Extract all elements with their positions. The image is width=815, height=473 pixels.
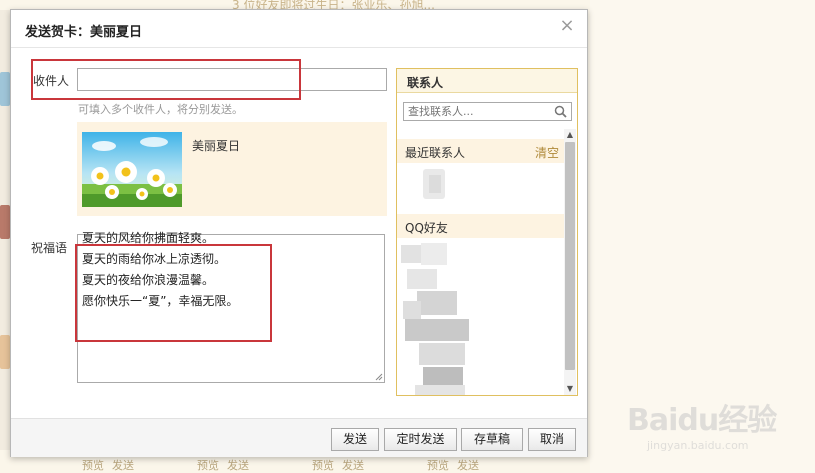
card-thumbnail[interactable] xyxy=(82,132,182,207)
background-thumbnail xyxy=(0,72,10,106)
preview-link[interactable]: 预览 xyxy=(82,457,104,473)
recipient-label: 收件人 xyxy=(33,74,70,88)
close-icon[interactable]: × xyxy=(559,17,575,35)
card-name: 美丽夏日 xyxy=(192,139,241,153)
watermark-url: jingyan.baidu.com xyxy=(647,439,749,452)
send-link[interactable]: 发送 xyxy=(112,457,134,473)
background-card-links: 预览 发送 预览 发送 预览 发送 预览 发送 xyxy=(0,455,600,473)
contact-search-input[interactable] xyxy=(404,103,552,120)
dialog-title: 发送贺卡：美丽夏日 xyxy=(25,25,143,40)
recipient-input[interactable] xyxy=(77,68,387,91)
watermark-logo: Baidu经验 xyxy=(627,403,777,438)
card-preview: 美丽夏日 xyxy=(77,122,387,216)
title-divider xyxy=(11,47,587,48)
preview-link[interactable]: 预览 xyxy=(427,457,449,473)
background-thumbnail xyxy=(0,205,10,239)
send-button[interactable]: 发送 xyxy=(331,428,379,451)
search-icon[interactable] xyxy=(554,105,567,118)
contact-search-box[interactable] xyxy=(403,102,572,121)
clear-recent-button[interactable]: 清空 xyxy=(535,144,559,161)
save-draft-button[interactable]: 存草稿 xyxy=(461,428,523,451)
recipient-hint: 可填入多个收件人，将分别发送。 xyxy=(78,103,243,116)
baidu-jingyan-watermark: Baidu经验 jingyan.baidu.com xyxy=(627,395,787,465)
send-card-dialog: 发送贺卡：美丽夏日 × 收件人 可填入多个收件人，将分别发送。 美丽夏日 祝福语… xyxy=(10,9,588,457)
background-thumbnail xyxy=(0,335,10,369)
preview-link[interactable]: 预览 xyxy=(197,457,219,473)
contacts-list: 最近联系人 清空 QQ好友 xyxy=(397,129,565,395)
scroll-up-arrow-icon[interactable]: ▲ xyxy=(564,129,576,141)
preview-link[interactable]: 预览 xyxy=(312,457,334,473)
scroll-down-arrow-icon[interactable]: ▼ xyxy=(564,383,576,395)
group-label: 最近联系人 xyxy=(405,146,466,160)
group-recent-contacts[interactable]: 最近联系人 清空 xyxy=(397,139,565,163)
contacts-panel: 联系人 最近联系人 清空 QQ好友 xyxy=(396,68,578,396)
resize-grip-icon[interactable] xyxy=(375,373,383,381)
group-qq-friends[interactable]: QQ好友 xyxy=(397,214,565,238)
blessing-line: 夏天的夜给你浪漫温馨。 xyxy=(82,273,215,287)
scheduled-send-button[interactable]: 定时发送 xyxy=(384,428,457,451)
dialog-footer: 发送 定时发送 存草稿 取消 xyxy=(11,418,587,457)
contacts-scrollbar[interactable]: ▲ ▼ xyxy=(564,129,576,395)
send-link[interactable]: 发送 xyxy=(227,457,249,473)
blurred-contact-avatar xyxy=(429,175,441,193)
contacts-header: 联系人 xyxy=(397,69,577,93)
scrollbar-thumb[interactable] xyxy=(565,142,575,370)
send-link[interactable]: 发送 xyxy=(342,457,364,473)
contacts-title: 联系人 xyxy=(407,76,444,90)
blessing-textarea[interactable]: 夏天的风给你拂面轻爽。 夏天的雨给你冰上凉透彻。 夏天的夜给你浪漫温馨。 愿你快… xyxy=(77,231,385,383)
blessing-label: 祝福语 xyxy=(31,241,68,255)
cancel-button[interactable]: 取消 xyxy=(528,428,576,451)
blessing-line: 愿你快乐一“夏”，幸福无限。 xyxy=(82,294,239,308)
blessing-line: 夏天的风给你拂面轻爽。 xyxy=(82,231,215,245)
group-label: QQ好友 xyxy=(405,221,448,235)
send-link[interactable]: 发送 xyxy=(457,457,479,473)
blessing-line: 夏天的雨给你冰上凉透彻。 xyxy=(82,252,227,266)
